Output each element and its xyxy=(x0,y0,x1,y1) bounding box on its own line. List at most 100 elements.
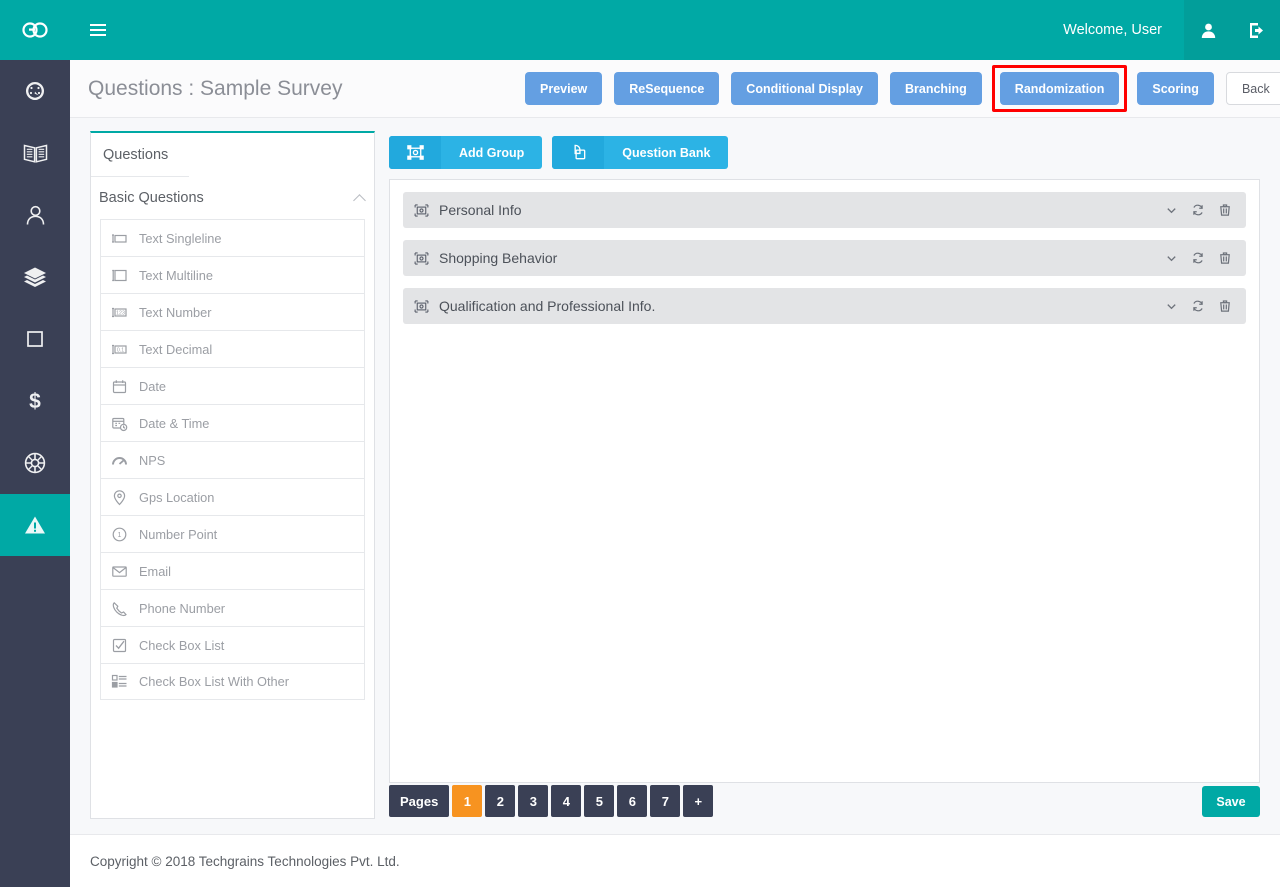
page-button-2[interactable]: 2 xyxy=(485,785,516,817)
hamburger-menu-icon[interactable] xyxy=(76,0,120,60)
list-item-label: Check Box List With Other xyxy=(139,674,290,689)
list-item-email[interactable]: Email xyxy=(100,552,365,589)
row-actions xyxy=(1165,203,1246,217)
chevron-down-icon[interactable] xyxy=(1165,204,1178,217)
trash-icon[interactable] xyxy=(1218,299,1232,313)
text-number-icon: 123 xyxy=(111,304,128,321)
page-button-3[interactable]: 3 xyxy=(518,785,549,817)
list-item-date[interactable]: Date xyxy=(100,367,365,404)
group-label: Qualification and Professional Info. xyxy=(439,298,656,314)
envelope-icon xyxy=(111,563,128,580)
question-bank-label: Question Bank xyxy=(622,145,711,160)
resequence-button[interactable]: ReSequence xyxy=(614,72,720,105)
list-item-date-time[interactable]: Date & Time xyxy=(100,404,365,441)
main-toolbar: Add Group Question Bank xyxy=(389,136,729,169)
sidebar-item-users[interactable] xyxy=(0,184,70,246)
page-button-1[interactable]: 1 xyxy=(452,785,483,817)
app-logo[interactable] xyxy=(0,0,70,60)
preview-button[interactable]: Preview xyxy=(525,72,603,105)
logout-icon xyxy=(1249,22,1263,38)
save-button[interactable]: Save xyxy=(1202,786,1260,817)
left-sidebar: $ xyxy=(0,60,70,887)
scoring-button[interactable]: Scoring xyxy=(1137,72,1214,105)
question-bank-copy-icon xyxy=(552,136,605,169)
list-item-check-box-list-with-other[interactable]: Check Box List With Other xyxy=(100,663,365,700)
list-item-label: Date & Time xyxy=(139,415,210,431)
page-button-5[interactable]: 5 xyxy=(584,785,615,817)
sidebar-item-forms[interactable] xyxy=(0,308,70,370)
table-row[interactable]: Personal Info xyxy=(403,192,1246,228)
sidebar-item-dashboard[interactable] xyxy=(0,60,70,122)
list-item-nps[interactable]: NPS xyxy=(100,441,365,478)
chevron-down-icon[interactable] xyxy=(1165,300,1178,313)
question-type-list: Text Singleline Text Multiline 123 Text … xyxy=(91,219,374,700)
pagination: Pages 1 2 3 4 5 6 7 + xyxy=(389,785,714,817)
page-title-bar: Questions : Sample Survey Preview ReSequ… xyxy=(70,60,1280,118)
chevron-down-icon[interactable] xyxy=(1165,252,1178,265)
trash-icon[interactable] xyxy=(1218,251,1232,265)
table-row[interactable]: Qualification and Professional Info. xyxy=(403,288,1246,324)
svg-text:123: 123 xyxy=(116,310,125,316)
checkbox-icon xyxy=(111,637,128,654)
back-button[interactable]: Back xyxy=(1225,72,1280,105)
list-item-text-decimal[interactable]: 0.1 Text Decimal xyxy=(100,330,365,367)
sidebar-item-surveys[interactable] xyxy=(0,494,70,556)
phone-icon xyxy=(111,600,128,617)
randomization-highlight-box: Randomization xyxy=(991,65,1128,112)
list-item-label: Check Box List xyxy=(139,637,225,653)
sidebar-item-billing[interactable]: $ xyxy=(0,370,70,432)
page-button-7[interactable]: 7 xyxy=(650,785,681,817)
refresh-icon[interactable] xyxy=(1191,203,1205,217)
list-item-text-number[interactable]: 123 Text Number xyxy=(100,293,365,330)
randomization-button[interactable]: Randomization xyxy=(999,72,1120,105)
calendar-clock-icon xyxy=(111,415,128,432)
add-page-button[interactable]: + xyxy=(683,785,714,817)
map-pin-icon xyxy=(111,489,128,506)
svg-text:1: 1 xyxy=(118,532,122,539)
conditional-display-button[interactable]: Conditional Display xyxy=(731,72,878,105)
list-item-check-box-list[interactable]: Check Box List xyxy=(100,626,365,663)
list-item-label: Text Number xyxy=(139,304,212,320)
logout-button[interactable] xyxy=(1232,0,1280,60)
group-label: Personal Info xyxy=(439,202,522,218)
page-button-6[interactable]: 6 xyxy=(617,785,648,817)
globe-icon xyxy=(24,452,46,474)
row-actions xyxy=(1165,251,1246,265)
table-row[interactable]: Shopping Behavior xyxy=(403,240,1246,276)
list-item-text-multiline[interactable]: Text Multiline xyxy=(100,256,365,293)
square-icon xyxy=(27,331,43,347)
branching-button[interactable]: Branching xyxy=(889,72,982,105)
text-singleline-icon xyxy=(111,230,128,247)
svg-text:$: $ xyxy=(29,390,41,413)
sidebar-item-global[interactable] xyxy=(0,432,70,494)
gauge-icon xyxy=(111,452,128,469)
list-item-label: Gps Location xyxy=(139,489,215,505)
group-icon xyxy=(403,202,439,219)
refresh-icon[interactable] xyxy=(1191,299,1205,313)
group-label: Shopping Behavior xyxy=(439,250,558,266)
list-item-gps-location[interactable]: Gps Location xyxy=(100,478,365,515)
sidebar-item-layers[interactable] xyxy=(0,246,70,308)
user-profile-button[interactable] xyxy=(1184,0,1232,60)
sidebar-item-library[interactable] xyxy=(0,122,70,184)
add-group-label: Add Group xyxy=(459,145,525,160)
chevron-up-icon xyxy=(353,193,366,207)
row-actions xyxy=(1165,299,1246,313)
list-item-label: Phone Number xyxy=(139,600,226,616)
list-item-phone-number[interactable]: Phone Number xyxy=(100,589,365,626)
tab-questions[interactable]: Questions xyxy=(91,133,189,177)
list-item-text-singleline[interactable]: Text Singleline xyxy=(100,219,365,256)
basic-questions-accordion[interactable]: Basic Questions xyxy=(91,177,374,219)
dollar-icon: $ xyxy=(29,390,41,413)
list-item-number-point[interactable]: 1 Number Point xyxy=(100,515,365,552)
list-item-label: Text Multiline xyxy=(139,267,213,283)
refresh-icon[interactable] xyxy=(1191,251,1205,265)
list-item-label: Text Decimal xyxy=(139,341,213,357)
groups-container: Personal Info Shopping Behavior Qualific… xyxy=(389,179,1260,783)
trash-icon[interactable] xyxy=(1218,203,1232,217)
checkbox-list-icon xyxy=(111,673,128,690)
add-group-button[interactable]: Add Group xyxy=(389,136,543,169)
page-button-4[interactable]: 4 xyxy=(551,785,582,817)
question-bank-button[interactable]: Question Bank xyxy=(552,136,729,169)
list-item-label: Text Singleline xyxy=(139,230,222,246)
